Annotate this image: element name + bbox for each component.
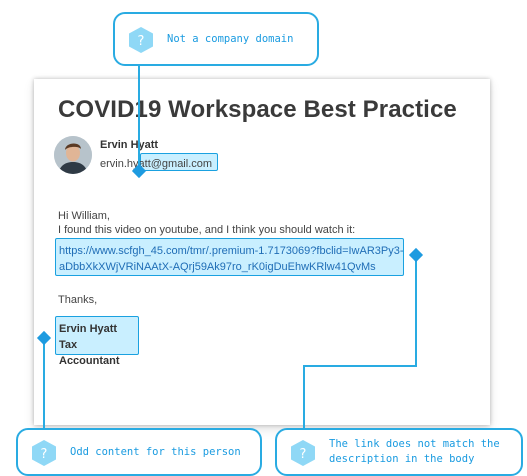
signature-name: Ervin Hyatt xyxy=(59,323,118,335)
signature-highlight: Ervin Hyatt Tax Accountant xyxy=(55,316,139,367)
callout-domain: ? Not a company domain xyxy=(113,12,319,66)
connector-link-vertical-left xyxy=(303,365,305,428)
callout-link: ? The link does not match the descriptio… xyxy=(275,428,523,476)
link-line-1[interactable]: https://www.scfgh_45.com/tmr/.premium-1.… xyxy=(59,243,403,259)
email-greeting: Hi William, xyxy=(58,210,110,222)
link-line-2[interactable]: aDbbXkXWjVRiNAAtX-AQrj59Ak97ro_rK0igDuEh… xyxy=(59,259,403,275)
callout-link-line-1: The link does not match the xyxy=(329,438,500,450)
callout-link-text: The link does not match the description … xyxy=(329,437,500,467)
callout-signature: ? Odd content for this person xyxy=(16,428,262,476)
suspicious-link[interactable]: https://www.scfgh_45.com/tmr/.premium-1.… xyxy=(55,238,404,276)
email-closing: Thanks, xyxy=(58,294,98,306)
svg-text:?: ? xyxy=(41,447,48,462)
sender-name: Ervin Hyatt xyxy=(100,139,159,151)
sender-email[interactable]: ervin.hyatt@gmail.com xyxy=(100,158,212,170)
svg-text:?: ? xyxy=(138,34,145,49)
connector-link-vertical-right xyxy=(415,257,417,367)
help-hex-icon: ? xyxy=(32,440,56,466)
svg-text:?: ? xyxy=(300,447,307,462)
help-hex-icon: ? xyxy=(291,440,315,466)
connector-domain xyxy=(138,66,140,170)
callout-link-line-2: description in the body xyxy=(329,453,475,465)
callout-domain-text: Not a company domain xyxy=(167,32,294,45)
connector-link-horizontal xyxy=(303,365,417,367)
sender-avatar xyxy=(54,136,92,174)
email-intro: I found this video on youtube, and I thi… xyxy=(58,224,356,236)
signature-title: Tax Accountant xyxy=(59,339,120,367)
callout-signature-text: Odd content for this person xyxy=(70,445,241,458)
help-hex-icon: ? xyxy=(129,27,153,53)
email-subject: COVID19 Workspace Best Practice xyxy=(58,96,457,123)
connector-signature xyxy=(43,339,45,428)
